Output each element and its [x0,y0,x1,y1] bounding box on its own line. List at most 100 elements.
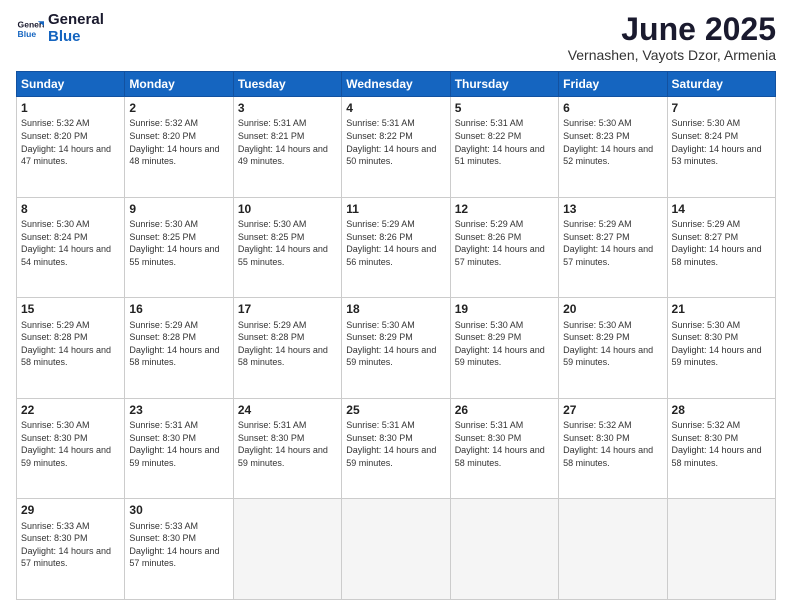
day-info: Sunrise: 5:31 AM Sunset: 8:30 PM Dayligh… [238,419,337,469]
day-number: 20 [563,301,662,317]
day-cell: 11 Sunrise: 5:29 AM Sunset: 8:26 PM Dayl… [342,197,450,298]
subtitle: Vernashen, Vayots Dzor, Armenia [568,47,776,63]
calendar-week-row: 1 Sunrise: 5:32 AM Sunset: 8:20 PM Dayli… [17,97,776,198]
day-info: Sunrise: 5:30 AM Sunset: 8:30 PM Dayligh… [21,419,120,469]
day-cell: 13 Sunrise: 5:29 AM Sunset: 8:27 PM Dayl… [559,197,667,298]
day-cell: 27 Sunrise: 5:32 AM Sunset: 8:30 PM Dayl… [559,398,667,499]
calendar-table: Sunday Monday Tuesday Wednesday Thursday… [16,71,776,600]
col-friday: Friday [559,72,667,97]
col-saturday: Saturday [667,72,775,97]
day-number: 27 [563,402,662,418]
day-cell: 18 Sunrise: 5:30 AM Sunset: 8:29 PM Dayl… [342,298,450,399]
day-info: Sunrise: 5:30 AM Sunset: 8:25 PM Dayligh… [238,218,337,268]
day-cell: 1 Sunrise: 5:32 AM Sunset: 8:20 PM Dayli… [17,97,125,198]
day-info: Sunrise: 5:30 AM Sunset: 8:29 PM Dayligh… [346,319,445,369]
day-number: 3 [238,100,337,116]
day-cell: 19 Sunrise: 5:30 AM Sunset: 8:29 PM Dayl… [450,298,558,399]
day-number: 13 [563,201,662,217]
calendar-header-row: Sunday Monday Tuesday Wednesday Thursday… [17,72,776,97]
day-number: 6 [563,100,662,116]
day-cell: 20 Sunrise: 5:30 AM Sunset: 8:29 PM Dayl… [559,298,667,399]
col-thursday: Thursday [450,72,558,97]
day-number: 10 [238,201,337,217]
day-cell: 15 Sunrise: 5:29 AM Sunset: 8:28 PM Dayl… [17,298,125,399]
day-cell: 10 Sunrise: 5:30 AM Sunset: 8:25 PM Dayl… [233,197,341,298]
day-info: Sunrise: 5:32 AM Sunset: 8:20 PM Dayligh… [21,117,120,167]
day-info: Sunrise: 5:31 AM Sunset: 8:21 PM Dayligh… [238,117,337,167]
day-number: 8 [21,201,120,217]
day-number: 24 [238,402,337,418]
calendar-page: General Blue General Blue GeneralBlue Ju… [0,0,792,612]
day-info: Sunrise: 5:30 AM Sunset: 8:24 PM Dayligh… [672,117,771,167]
day-cell: 29 Sunrise: 5:33 AM Sunset: 8:30 PM Dayl… [17,499,125,600]
col-tuesday: Tuesday [233,72,341,97]
day-info: Sunrise: 5:31 AM Sunset: 8:22 PM Dayligh… [455,117,554,167]
day-cell: 6 Sunrise: 5:30 AM Sunset: 8:23 PM Dayli… [559,97,667,198]
day-cell: 7 Sunrise: 5:30 AM Sunset: 8:24 PM Dayli… [667,97,775,198]
day-number: 21 [672,301,771,317]
day-number: 30 [129,502,228,518]
day-cell: 14 Sunrise: 5:29 AM Sunset: 8:27 PM Dayl… [667,197,775,298]
day-number: 26 [455,402,554,418]
day-info: Sunrise: 5:30 AM Sunset: 8:24 PM Dayligh… [21,218,120,268]
day-info: Sunrise: 5:30 AM Sunset: 8:23 PM Dayligh… [563,117,662,167]
logo-icon: General Blue [16,15,44,43]
day-cell: 23 Sunrise: 5:31 AM Sunset: 8:30 PM Dayl… [125,398,233,499]
col-sunday: Sunday [17,72,125,97]
day-cell [233,499,341,600]
day-number: 17 [238,301,337,317]
day-number: 28 [672,402,771,418]
day-cell: 26 Sunrise: 5:31 AM Sunset: 8:30 PM Dayl… [450,398,558,499]
main-title: June 2025 [568,12,776,47]
day-cell [450,499,558,600]
day-cell [559,499,667,600]
svg-text:Blue: Blue [18,28,37,38]
day-number: 2 [129,100,228,116]
day-info: Sunrise: 5:29 AM Sunset: 8:27 PM Dayligh… [563,218,662,268]
logo: General Blue General Blue GeneralBlue [16,12,104,45]
calendar-week-row: 8 Sunrise: 5:30 AM Sunset: 8:24 PM Dayli… [17,197,776,298]
day-cell: 16 Sunrise: 5:29 AM Sunset: 8:28 PM Dayl… [125,298,233,399]
day-cell [667,499,775,600]
day-cell: 28 Sunrise: 5:32 AM Sunset: 8:30 PM Dayl… [667,398,775,499]
day-number: 14 [672,201,771,217]
day-info: Sunrise: 5:31 AM Sunset: 8:22 PM Dayligh… [346,117,445,167]
day-cell: 3 Sunrise: 5:31 AM Sunset: 8:21 PM Dayli… [233,97,341,198]
day-info: Sunrise: 5:30 AM Sunset: 8:25 PM Dayligh… [129,218,228,268]
day-info: Sunrise: 5:30 AM Sunset: 8:30 PM Dayligh… [672,319,771,369]
day-info: Sunrise: 5:32 AM Sunset: 8:20 PM Dayligh… [129,117,228,167]
logo-wordmark: GeneralBlue [48,12,104,45]
day-info: Sunrise: 5:29 AM Sunset: 8:28 PM Dayligh… [238,319,337,369]
day-cell: 12 Sunrise: 5:29 AM Sunset: 8:26 PM Dayl… [450,197,558,298]
day-number: 9 [129,201,228,217]
day-number: 18 [346,301,445,317]
day-number: 11 [346,201,445,217]
day-number: 19 [455,301,554,317]
day-cell: 25 Sunrise: 5:31 AM Sunset: 8:30 PM Dayl… [342,398,450,499]
day-number: 12 [455,201,554,217]
calendar-week-row: 22 Sunrise: 5:30 AM Sunset: 8:30 PM Dayl… [17,398,776,499]
day-cell: 21 Sunrise: 5:30 AM Sunset: 8:30 PM Dayl… [667,298,775,399]
day-number: 7 [672,100,771,116]
title-block: June 2025 Vernashen, Vayots Dzor, Armeni… [568,12,776,63]
header: General Blue General Blue GeneralBlue Ju… [16,12,776,63]
day-info: Sunrise: 5:29 AM Sunset: 8:28 PM Dayligh… [21,319,120,369]
day-info: Sunrise: 5:29 AM Sunset: 8:28 PM Dayligh… [129,319,228,369]
day-info: Sunrise: 5:30 AM Sunset: 8:29 PM Dayligh… [563,319,662,369]
day-number: 15 [21,301,120,317]
day-info: Sunrise: 5:32 AM Sunset: 8:30 PM Dayligh… [672,419,771,469]
day-info: Sunrise: 5:29 AM Sunset: 8:26 PM Dayligh… [346,218,445,268]
day-info: Sunrise: 5:32 AM Sunset: 8:30 PM Dayligh… [563,419,662,469]
day-number: 1 [21,100,120,116]
day-number: 29 [21,502,120,518]
day-info: Sunrise: 5:31 AM Sunset: 8:30 PM Dayligh… [346,419,445,469]
col-monday: Monday [125,72,233,97]
day-number: 4 [346,100,445,116]
col-wednesday: Wednesday [342,72,450,97]
day-info: Sunrise: 5:33 AM Sunset: 8:30 PM Dayligh… [21,520,120,570]
day-number: 22 [21,402,120,418]
day-info: Sunrise: 5:33 AM Sunset: 8:30 PM Dayligh… [129,520,228,570]
day-number: 25 [346,402,445,418]
day-cell: 5 Sunrise: 5:31 AM Sunset: 8:22 PM Dayli… [450,97,558,198]
day-cell: 24 Sunrise: 5:31 AM Sunset: 8:30 PM Dayl… [233,398,341,499]
